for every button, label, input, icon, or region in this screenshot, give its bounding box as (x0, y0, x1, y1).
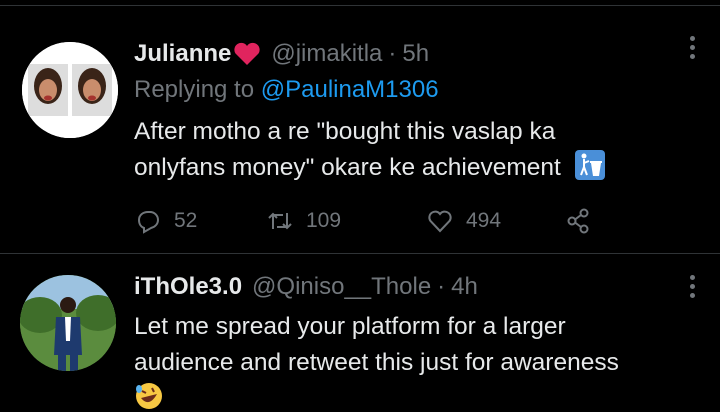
tweet-text: After motho a re "bought this vaslap ka … (134, 114, 704, 186)
tweet-text: Let me spread your platform for a larger… (134, 309, 714, 381)
tweet-text-line: onlyfans money" okare ke achievement (134, 150, 704, 186)
tweet-ithole[interactable]: iThOle3.0 @Qiniso__Thole · 4h Let me spr… (0, 255, 720, 412)
reply-icon (137, 211, 160, 234)
separator-dot: · (437, 273, 446, 300)
avatar[interactable] (20, 275, 116, 371)
tweet-text-line: After motho a re "bought this vaslap ka (134, 118, 556, 145)
tweet-header: Julianne @jimakitla · 5h (134, 36, 429, 72)
display-name[interactable]: iThOle3.0 (134, 273, 242, 301)
replying-to: Replying to @PaulinaM1306 (134, 76, 439, 104)
tweet-header: iThOle3.0 @Qiniso__Thole · 4h (134, 269, 478, 305)
handle[interactable]: @Qiniso__Thole (252, 273, 431, 301)
heart-outline-icon (428, 210, 452, 233)
avatar[interactable] (22, 42, 118, 138)
reply-button[interactable]: 52 (134, 207, 266, 235)
display-name[interactable]: Julianne (134, 40, 231, 68)
handle[interactable]: @jimakitla (271, 40, 382, 68)
avatar-photo (20, 275, 116, 371)
put-litter-in-bin-icon (574, 150, 605, 180)
replying-to-mention[interactable]: @PaulinaM1306 (261, 76, 439, 103)
retweet-icon (268, 212, 292, 230)
tweet-julianne[interactable]: Julianne @jimakitla · 5h Replying to @Pa… (0, 8, 720, 254)
rolling-on-floor-laughing-icon (136, 383, 162, 409)
reply-count: 52 (174, 209, 198, 232)
tweet-actions: 52 109 494 (134, 204, 592, 238)
replying-prefix: Replying to (134, 76, 255, 103)
timestamp[interactable]: 5h (402, 40, 429, 68)
timestamp[interactable]: 4h (451, 273, 478, 301)
more-options-icon[interactable] (690, 275, 696, 302)
red-heart-icon (234, 42, 260, 65)
avatar-photo (22, 42, 118, 138)
share-button[interactable] (564, 207, 592, 235)
top-divider (0, 0, 720, 6)
tweet-text-line: Let me spread your platform for a larger (134, 313, 566, 340)
more-options-icon[interactable] (690, 36, 696, 63)
like-button[interactable]: 494 (426, 207, 564, 235)
retweet-count: 109 (306, 209, 342, 232)
separator-dot: · (388, 40, 397, 67)
tweet-text-line: audience and retweet this just for aware… (134, 349, 619, 376)
like-count: 494 (466, 209, 502, 232)
retweet-button[interactable]: 109 (266, 207, 426, 235)
share-icon (567, 208, 589, 234)
